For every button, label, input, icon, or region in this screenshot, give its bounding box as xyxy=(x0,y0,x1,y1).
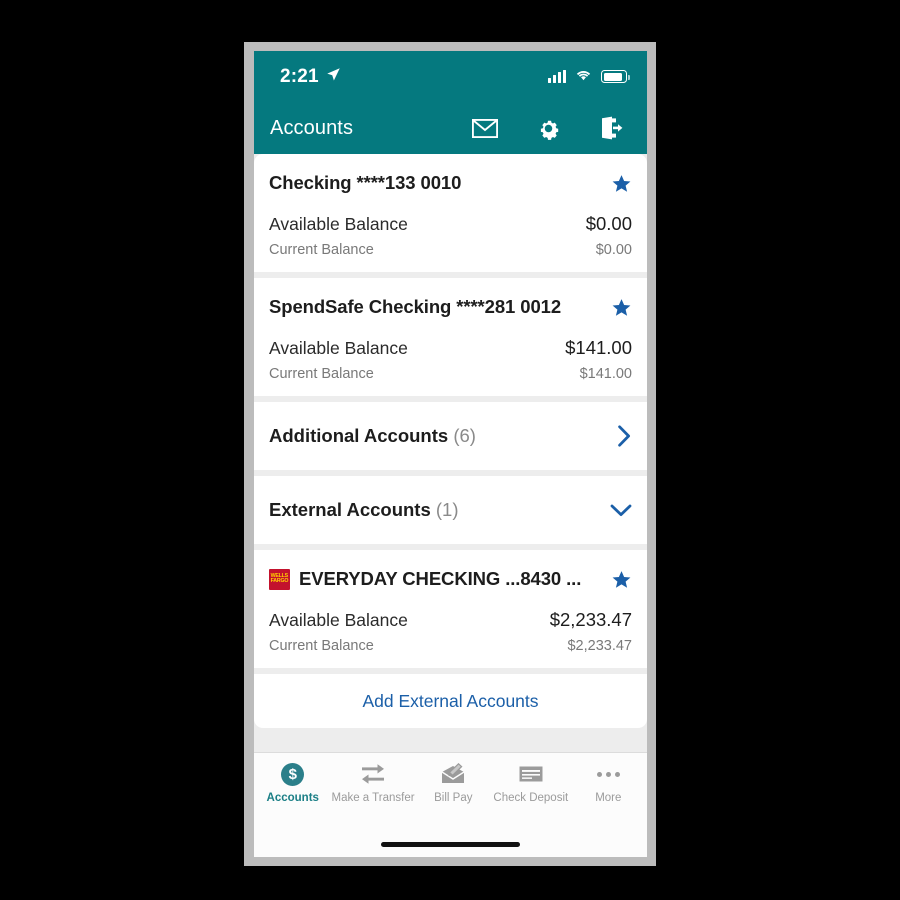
add-external-accounts-card[interactable]: Add External Accounts xyxy=(254,674,647,728)
chevron-down-icon[interactable] xyxy=(610,503,632,518)
tab-bill-pay[interactable]: Bill Pay xyxy=(415,762,492,804)
transfer-arrows-icon xyxy=(360,762,386,786)
accounts-list: Checking ****133 0010 Available Balance … xyxy=(254,154,647,752)
bottom-tab-bar: $ Accounts Make a Transfer Bill Pay Chec… xyxy=(254,752,647,831)
external-accounts-label: External Accounts (1) xyxy=(269,499,610,521)
current-balance-label: Current Balance xyxy=(269,366,374,382)
app-header: Accounts xyxy=(254,102,647,154)
account-name: EVERYDAY CHECKING ...8430 ... xyxy=(299,568,582,589)
tab-more-label: More xyxy=(595,792,622,804)
sign-out-icon[interactable] xyxy=(599,116,623,140)
available-balance-row: Available Balance $2,233.47 xyxy=(269,609,632,631)
status-bar: 2:21 xyxy=(254,51,647,102)
screenshot-stage: 2:21 Accounts Checking ****133 0010 Avai… xyxy=(0,0,900,900)
cellular-signal-icon xyxy=(548,70,566,83)
external-accounts-section[interactable]: External Accounts (1) xyxy=(254,476,647,544)
envelope-pen-icon xyxy=(440,762,466,786)
home-indicator-area xyxy=(254,831,647,857)
current-balance-value: $141.00 xyxy=(579,366,632,382)
available-balance-value: $0.00 xyxy=(585,213,632,234)
tab-check-deposit[interactable]: Check Deposit xyxy=(492,762,569,804)
account-title-row: SpendSafe Checking ****281 0012 xyxy=(269,292,632,322)
check-icon xyxy=(518,762,544,786)
messages-icon[interactable] xyxy=(472,118,498,138)
current-balance-row: Current Balance $2,233.47 xyxy=(269,638,632,654)
add-external-accounts-link[interactable]: Add External Accounts xyxy=(362,691,538,712)
favorite-star-icon[interactable] xyxy=(611,173,632,194)
additional-accounts-label: Additional Accounts (6) xyxy=(269,425,617,447)
favorite-star-icon[interactable] xyxy=(611,297,632,318)
external-accounts-text: External Accounts xyxy=(269,499,431,520)
current-balance-label: Current Balance xyxy=(269,638,374,654)
current-balance-value: $0.00 xyxy=(595,242,632,258)
battery-icon xyxy=(601,70,630,83)
wells-fargo-logo-line2: FARGO xyxy=(270,578,289,584)
phone-screen: 2:21 Accounts Checking ****133 0010 Avai… xyxy=(254,51,647,857)
available-balance-row: Available Balance $0.00 xyxy=(269,213,632,235)
wells-fargo-logo: WELLS FARGO xyxy=(269,568,290,590)
account-card[interactable]: Checking ****133 0010 Available Balance … xyxy=(254,154,647,272)
home-indicator[interactable] xyxy=(381,841,520,847)
tab-bill-pay-label: Bill Pay xyxy=(434,792,473,804)
content-filler xyxy=(254,734,647,750)
additional-accounts-text: Additional Accounts xyxy=(269,425,449,446)
account-card[interactable]: SpendSafe Checking ****281 0012 Availabl… xyxy=(254,278,647,396)
wifi-icon xyxy=(575,68,592,86)
account-title-row: Checking ****133 0010 xyxy=(269,168,632,198)
current-balance-label: Current Balance xyxy=(269,242,374,258)
account-name: Checking ****133 0010 xyxy=(269,172,462,193)
add-external-accounts-row[interactable]: Add External Accounts xyxy=(269,674,632,728)
current-balance-row: Current Balance $0.00 xyxy=(269,242,632,258)
available-balance-value: $2,233.47 xyxy=(549,609,632,630)
tab-make-a-transfer[interactable]: Make a Transfer xyxy=(331,762,415,804)
chevron-right-icon[interactable] xyxy=(617,425,632,447)
account-name: SpendSafe Checking ****281 0012 xyxy=(269,296,562,317)
location-arrow-icon xyxy=(326,67,341,87)
tab-more[interactable]: More xyxy=(570,762,647,804)
tab-make-a-transfer-label: Make a Transfer xyxy=(331,792,415,804)
external-account-card[interactable]: WELLS FARGO EVERYDAY CHECKING ...8430 ..… xyxy=(254,550,647,668)
available-balance-row: Available Balance $141.00 xyxy=(269,337,632,359)
phone-frame: 2:21 Accounts Checking ****133 0010 Avai… xyxy=(244,42,656,866)
status-bar-right xyxy=(548,68,630,86)
additional-accounts-count: (6) xyxy=(453,425,476,446)
tab-accounts-label: Accounts xyxy=(266,792,319,804)
page-title: Accounts xyxy=(270,116,354,139)
tab-check-deposit-label: Check Deposit xyxy=(493,792,569,804)
additional-accounts-row[interactable]: Additional Accounts (6) xyxy=(269,402,632,470)
available-balance-label: Available Balance xyxy=(269,610,408,630)
favorite-star-icon[interactable] xyxy=(611,569,632,590)
current-balance-row: Current Balance $141.00 xyxy=(269,366,632,382)
external-accounts-count: (1) xyxy=(435,499,459,520)
external-accounts-row[interactable]: External Accounts (1) xyxy=(269,476,632,544)
status-time: 2:21 xyxy=(280,65,319,87)
ellipsis-icon xyxy=(596,762,620,786)
header-actions xyxy=(472,116,623,141)
available-balance-label: Available Balance xyxy=(269,214,408,234)
status-bar-left: 2:21 xyxy=(280,66,341,88)
tab-accounts[interactable]: $ Accounts xyxy=(254,762,331,804)
additional-accounts-section[interactable]: Additional Accounts (6) xyxy=(254,402,647,470)
available-balance-label: Available Balance xyxy=(269,338,408,358)
account-title-row: WELLS FARGO EVERYDAY CHECKING ...8430 ..… xyxy=(269,564,632,594)
current-balance-value: $2,233.47 xyxy=(567,638,632,654)
available-balance-value: $141.00 xyxy=(565,337,632,358)
gear-icon[interactable] xyxy=(536,116,561,141)
dollar-circle-icon: $ xyxy=(281,762,305,786)
